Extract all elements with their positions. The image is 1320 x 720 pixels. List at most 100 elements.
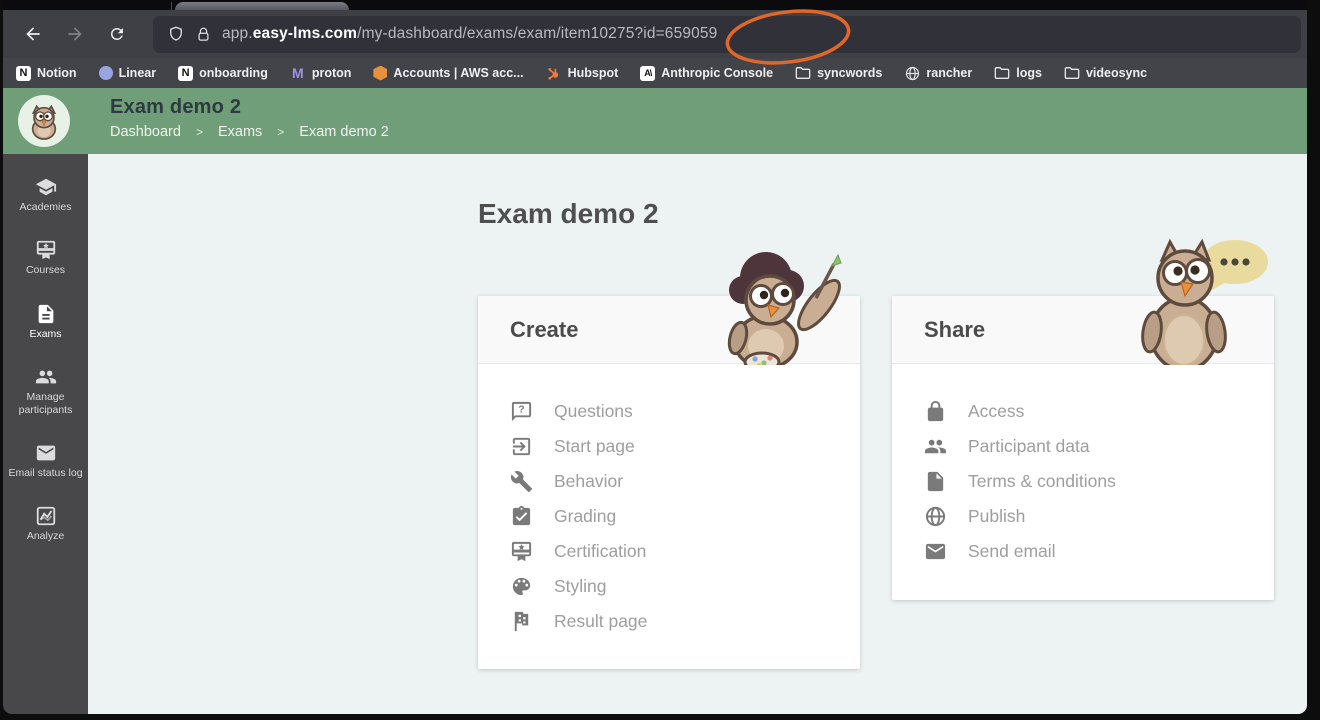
sidebar-label: Academies	[20, 201, 72, 213]
reload-button[interactable]	[101, 18, 133, 50]
shield-icon	[167, 25, 185, 43]
share-card: Share Access Participant data	[892, 296, 1274, 600]
certificate-ribbon-icon	[510, 540, 533, 563]
sidebar-label: Exams	[29, 328, 61, 340]
url-text: app.easy-lms.com/my-dashboard/exams/exam…	[222, 25, 717, 43]
bookmark-linear[interactable]: Linear	[99, 66, 157, 80]
bookmark-onboarding[interactable]: Nonboarding	[178, 66, 268, 81]
item-label: Terms & conditions	[968, 471, 1116, 492]
folder-icon	[994, 65, 1010, 81]
lock-icon	[924, 400, 947, 423]
easy-lms-owl-logo[interactable]	[18, 95, 70, 147]
lock-icon	[196, 26, 211, 43]
certificate-icon	[35, 239, 57, 261]
bookmark-anthropic-console[interactable]: A\ Anthropic Console	[640, 66, 773, 81]
item-label: Participant data	[968, 436, 1090, 457]
forward-arrow-icon	[65, 24, 85, 44]
notion-icon: N	[16, 66, 31, 81]
breadcrumb-dashboard[interactable]: Dashboard	[110, 124, 181, 140]
sidebar: Academies Courses Exams Manage participa…	[3, 154, 88, 714]
bookmark-hubspot[interactable]: Hubspot	[546, 65, 619, 81]
back-arrow-icon	[23, 24, 43, 44]
back-button[interactable]	[17, 18, 49, 50]
checkered-flag-icon	[510, 610, 533, 633]
breadcrumb: Dashboard > Exams > Exam demo 2	[110, 124, 389, 140]
create-card-header: Create	[478, 296, 860, 364]
url-path: /my-dashboard/exams/exam/item10275?id=65…	[357, 25, 717, 42]
create-item-certification[interactable]: Certification	[510, 534, 860, 569]
globe-icon	[924, 505, 947, 528]
linear-icon	[99, 66, 113, 80]
question-bubble-icon: ?	[510, 400, 533, 423]
folder-icon	[795, 65, 811, 81]
bookmark-label: Accounts | AWS acc...	[393, 66, 523, 80]
share-item-send-email[interactable]: Send email	[924, 534, 1274, 569]
page-title: Exam demo 2	[110, 96, 389, 119]
bookmark-label: Linear	[119, 66, 157, 80]
anthropic-icon: A\	[640, 66, 655, 81]
bookmark-label: videosync	[1086, 66, 1147, 80]
sidebar-item-manage-participants[interactable]: Manage participants	[3, 366, 88, 416]
browser-tab[interactable]	[175, 2, 349, 10]
bookmark-aws-accounts[interactable]: Accounts | AWS acc...	[373, 66, 523, 81]
share-item-publish[interactable]: Publish	[924, 499, 1274, 534]
tab-separator	[171, 2, 172, 10]
people-icon	[924, 435, 947, 458]
share-item-access[interactable]: Access	[924, 394, 1274, 429]
item-label: Access	[968, 401, 1024, 422]
breadcrumb-exams[interactable]: Exams	[218, 124, 262, 140]
sidebar-label: Analyze	[27, 530, 64, 542]
bookmark-videosync[interactable]: videosync	[1064, 65, 1147, 81]
sidebar-item-email-status-log[interactable]: Email status log	[3, 442, 88, 479]
sidebar-label: Courses	[26, 264, 65, 276]
bookmark-syncwords[interactable]: syncwords	[795, 65, 882, 81]
palette-icon	[510, 575, 533, 598]
document-icon	[35, 303, 57, 325]
enter-page-icon	[510, 435, 533, 458]
chevron-right-icon: >	[196, 125, 203, 139]
main-content: Exam demo 2 Create ? Questions Start pag	[88, 154, 1307, 714]
aws-cube-icon	[373, 66, 387, 81]
share-item-participant-data[interactable]: Participant data	[924, 429, 1274, 464]
item-label: Grading	[554, 506, 616, 527]
share-card-header: Share	[892, 296, 1274, 364]
url-bar[interactable]: app.easy-lms.com/my-dashboard/exams/exam…	[153, 16, 1301, 53]
bookmark-notion[interactable]: N Notion	[16, 66, 77, 81]
bookmark-logs[interactable]: logs	[994, 65, 1042, 81]
share-card-title: Share	[924, 317, 985, 343]
item-label: Questions	[554, 401, 633, 422]
bookmark-label: logs	[1016, 66, 1042, 80]
bookmark-proton[interactable]: Mproton	[290, 65, 352, 81]
bookmark-label: Anthropic Console	[661, 66, 773, 80]
forward-button[interactable]	[59, 18, 91, 50]
create-item-result-page[interactable]: Result page	[510, 604, 860, 639]
bookmark-label: Notion	[37, 66, 77, 80]
item-label: Certification	[554, 541, 646, 562]
create-item-behavior[interactable]: Behavior	[510, 464, 860, 499]
create-card: Create ? Questions Start page	[478, 296, 860, 669]
item-label: Publish	[968, 506, 1025, 527]
proton-mail-icon: M	[290, 65, 306, 81]
item-label: Styling	[554, 576, 607, 597]
create-item-questions[interactable]: ? Questions	[510, 394, 860, 429]
sidebar-item-analyze[interactable]: Analyze	[3, 505, 88, 542]
bookmark-label: onboarding	[199, 66, 268, 80]
sidebar-label: Email status log	[8, 467, 82, 479]
sidebar-item-courses[interactable]: Courses	[3, 239, 88, 276]
share-item-terms-conditions[interactable]: Terms & conditions	[924, 464, 1274, 499]
create-item-grading[interactable]: Grading	[510, 499, 860, 534]
bookmark-rancher[interactable]: rancher	[904, 65, 972, 81]
people-icon	[35, 366, 57, 388]
owl-logo-icon	[24, 101, 64, 141]
sidebar-item-academies[interactable]: Academies	[3, 176, 88, 213]
item-label: Behavior	[554, 471, 623, 492]
url-domain: easy-lms.com	[253, 25, 357, 42]
svg-text:?: ?	[518, 403, 524, 415]
create-item-styling[interactable]: Styling	[510, 569, 860, 604]
page-header: Exam demo 2 Dashboard > Exams > Exam dem…	[3, 88, 1307, 154]
bookmarks-bar: N Notion Linear Nonboarding Mproton Accou…	[3, 58, 1307, 88]
create-item-start-page[interactable]: Start page	[510, 429, 860, 464]
bookmark-label: syncwords	[817, 66, 882, 80]
sidebar-item-exams[interactable]: Exams	[3, 303, 88, 340]
graduation-cap-icon	[35, 176, 57, 198]
